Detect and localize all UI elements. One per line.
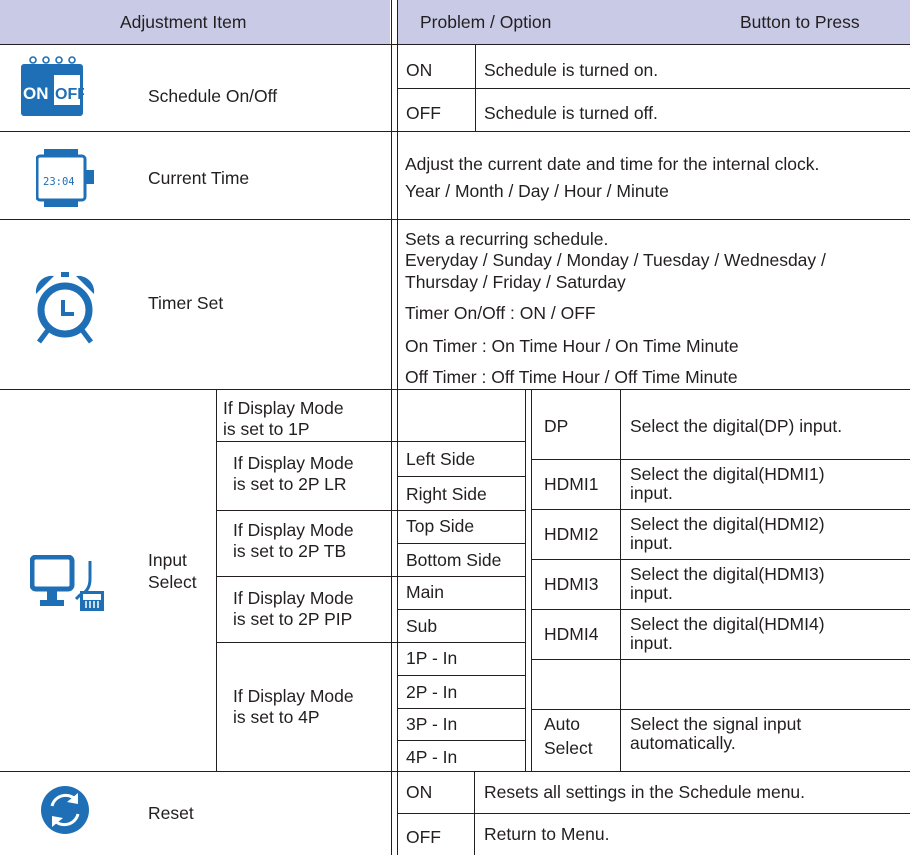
input-source-key: Auto (544, 714, 580, 734)
input-source-desc: Select the digital(HDMI1) (630, 464, 825, 484)
input-source-key: HDMI2 (544, 524, 599, 544)
reset-option-key: ON (406, 782, 433, 802)
input-source-desc: input. (630, 483, 673, 503)
input-source-desc: Select the digital(DP) input. (630, 416, 843, 436)
refresh-circle-icon (40, 785, 90, 835)
timer-set-line: Everyday / Sunday / Monday / Tuesday / W… (405, 250, 826, 270)
schedule-option-key: ON (406, 60, 433, 80)
input-select-label: Select (148, 572, 197, 592)
screen-side-label: Bottom Side (406, 550, 502, 570)
display-mode-label: is set to 2P PIP (233, 609, 353, 629)
input-source-key: Select (544, 738, 593, 758)
input-source-desc: input. (630, 533, 673, 553)
input-source-key: HDMI3 (544, 574, 599, 594)
schedule-option-desc: Schedule is turned off. (484, 103, 658, 123)
display-mode-label: If Display Mode (223, 398, 344, 418)
clock-display-icon: 23:04 (35, 148, 100, 210)
input-source-desc: input. (630, 583, 673, 603)
timer-set-line: Off Timer : Off Time Hour / Off Time Min… (405, 367, 738, 387)
input-select-label: Input (148, 550, 187, 570)
input-source-desc: Select the digital(HDMI2) (630, 514, 825, 534)
reset-option-key: OFF (406, 827, 441, 847)
timer-set-line: Thursday / Friday / Saturday (405, 272, 626, 292)
input-source-key: DP (544, 416, 569, 436)
display-mode-label: is set to 2P TB (233, 541, 347, 561)
reset-option-desc: Return to Menu. (484, 824, 610, 844)
schedule-option-key: OFF (406, 103, 441, 123)
screen-side-label: 3P - In (406, 714, 458, 734)
display-mode-label: is set to 2P LR (233, 474, 347, 494)
input-source-key: HDMI1 (544, 474, 599, 494)
input-source-desc: Select the digital(HDMI4) (630, 614, 825, 634)
screen-side-label: 2P - In (406, 682, 458, 702)
screen-side-label: Sub (406, 616, 438, 636)
svg-text:23:04: 23:04 (43, 176, 75, 188)
screen-side-label: 4P - In (406, 747, 458, 767)
input-source-desc: input. (630, 633, 673, 653)
reset-option-desc: Resets all settings in the Schedule menu… (484, 782, 806, 802)
input-source-desc: Select the signal input (630, 714, 802, 734)
schedule-label: Schedule On/Off (148, 86, 278, 106)
header-problem-option: Problem / Option (420, 12, 552, 32)
monitor-plug-icon (29, 554, 120, 615)
timer-set-line: On Timer : On Time Hour / On Time Minute (405, 336, 739, 356)
current-time-label: Current Time (148, 168, 250, 188)
input-source-desc: automatically. (630, 733, 736, 753)
display-mode-label: If Display Mode (233, 453, 354, 473)
current-time-line: Adjust the current date and time for the… (405, 154, 820, 174)
display-mode-label: is set to 4P (233, 707, 320, 727)
display-mode-label: is set to 1P (223, 419, 310, 439)
svg-text:OFF: OFF (55, 86, 84, 103)
display-mode-label: If Display Mode (233, 588, 354, 608)
header-button-to-press: Button to Press (740, 12, 860, 32)
svg-text:ON: ON (23, 84, 49, 103)
on-off-calendar-icon: ON OFF (20, 56, 87, 118)
input-source-desc: Select the digital(HDMI3) (630, 564, 825, 584)
schedule-option-desc: Schedule is turned on. (484, 60, 659, 80)
screen-side-label: Top Side (406, 516, 475, 536)
timer-set-line: Sets a recurring schedule. (405, 229, 609, 249)
screen-side-label: Right Side (406, 484, 487, 504)
screen-side-label: 1P - In (406, 648, 458, 668)
header-adjustment-item: Adjustment Item (120, 12, 247, 32)
screen-side-label: Left Side (406, 449, 476, 469)
display-mode-label: If Display Mode (233, 686, 354, 706)
current-time-line: Year / Month / Day / Hour / Minute (405, 181, 669, 201)
display-mode-label: If Display Mode (233, 520, 354, 540)
timer-set-label: Timer Set (148, 293, 224, 313)
reset-label: Reset (148, 803, 194, 823)
timer-set-line: Timer On/Off : ON / OFF (405, 303, 596, 323)
screen-side-label: Main (406, 582, 444, 602)
alarm-clock-icon (30, 270, 100, 346)
input-source-key: HDMI4 (544, 624, 599, 644)
